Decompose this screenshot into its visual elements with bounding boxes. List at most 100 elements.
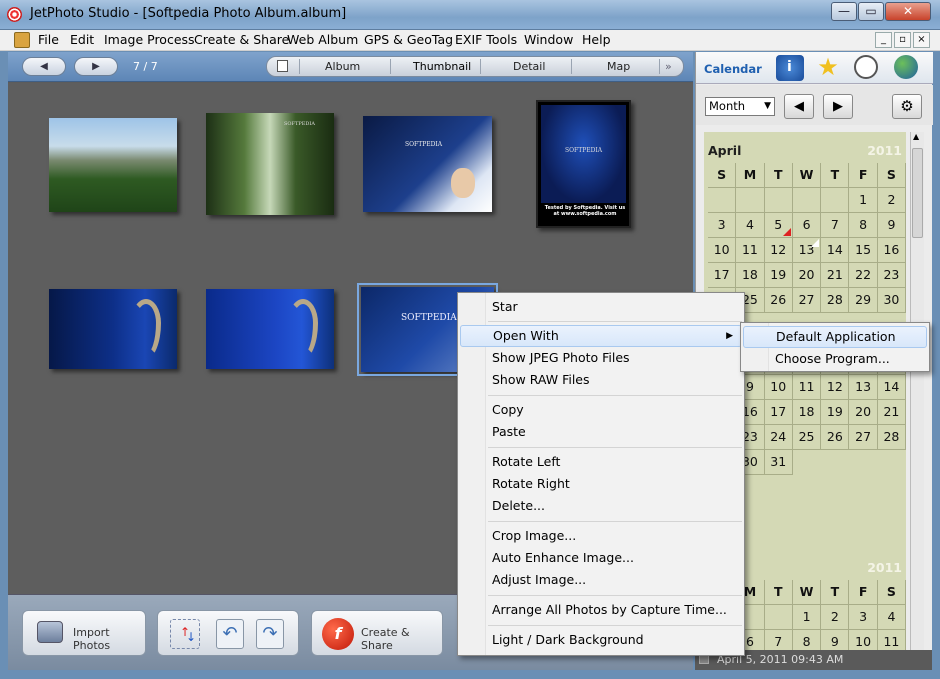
calendar-day[interactable]: 15 (849, 238, 878, 263)
calendar-day[interactable]: 25 (792, 425, 822, 450)
next-month-button[interactable]: ▶ (823, 94, 853, 119)
thumb-s-logo-2[interactable] (206, 289, 334, 369)
calendar-day[interactable]: 27 (849, 425, 878, 450)
info-icon[interactable]: i (776, 55, 804, 81)
calendar-day[interactable]: 29 (849, 288, 878, 313)
menu-item-auto-enhance[interactable]: Auto Enhance Image... (460, 547, 742, 569)
mdi-minimize-button[interactable]: _ (875, 32, 892, 48)
calendar-day[interactable]: 12 (764, 238, 793, 263)
star-icon[interactable]: ★ (814, 55, 842, 81)
calendar-day[interactable]: 6 (792, 213, 822, 238)
thumb-forest[interactable]: SOFTPEDIA (206, 113, 334, 215)
calendar-day[interactable]: 19 (821, 400, 850, 425)
calendar-day[interactable]: 4 (736, 213, 765, 238)
menu-item-star[interactable]: Star (460, 296, 742, 318)
calendar-day[interactable]: 30 (877, 288, 907, 313)
menu-item-crop[interactable]: Crop Image... (460, 525, 742, 547)
calendar-day[interactable]: 1 (792, 605, 822, 630)
calendar-day[interactable]: 22 (849, 263, 878, 288)
calendar-day[interactable]: 28 (821, 288, 850, 313)
clock-icon[interactable] (854, 55, 878, 79)
calendar-day[interactable]: 13 (849, 375, 878, 400)
close-button[interactable]: ✕ (885, 2, 931, 21)
calendar-day[interactable]: 5 (764, 213, 793, 238)
calendar-day[interactable]: 9 (877, 213, 907, 238)
calendar-day[interactable]: 18 (736, 263, 765, 288)
calendar-day[interactable]: 19 (764, 263, 793, 288)
calendar-day[interactable]: 17 (708, 263, 737, 288)
scroll-thumb[interactable] (912, 148, 923, 238)
create-share-button[interactable]: f Create & Share (311, 610, 443, 656)
more-tabs-button[interactable]: » (665, 60, 672, 73)
thumb-softpedia-woman[interactable]: SOFTPEDIA (363, 116, 492, 212)
tab-album[interactable]: Album (325, 60, 360, 73)
calendar-day[interactable]: 8 (849, 213, 878, 238)
menu-item-arrange-by-time[interactable]: Arrange All Photos by Capture Time... (460, 599, 742, 621)
redo-icon[interactable]: ↷ (256, 619, 284, 649)
forward-button[interactable]: ▶ (74, 57, 118, 76)
menu-item-copy[interactable]: Copy (460, 399, 742, 421)
calendar-day[interactable]: 26 (764, 288, 793, 313)
calendar-day[interactable]: 31 (764, 450, 793, 475)
page-icon[interactable] (277, 60, 288, 72)
mdi-close-button[interactable]: × (913, 32, 930, 48)
calendar-day[interactable]: 10 (764, 375, 793, 400)
thumb-s-logo-1[interactable] (49, 289, 177, 369)
calendar-day[interactable]: 14 (877, 375, 907, 400)
calendar-day[interactable]: 4 (877, 605, 907, 630)
calendar-day[interactable]: 10 (708, 238, 737, 263)
menu-item-open-with[interactable]: Open With ▶ (460, 325, 742, 347)
album-icon[interactable] (14, 32, 30, 48)
calendar-day[interactable]: 26 (821, 425, 850, 450)
scroll-up-icon[interactable]: ▲ (913, 132, 919, 141)
submenu-item-default-app[interactable]: Default Application (743, 326, 927, 348)
maximize-button[interactable]: ▭ (858, 2, 884, 21)
tab-map[interactable]: Map (607, 60, 630, 73)
tab-calendar[interactable]: Calendar (704, 62, 762, 76)
menu-item-paste[interactable]: Paste (460, 421, 742, 443)
menu-item-show-raw[interactable]: Show RAW Files (460, 369, 742, 391)
menu-item-adjust[interactable]: Adjust Image... (460, 569, 742, 591)
arrange-icon[interactable]: ↑ ↓ (170, 619, 200, 649)
menu-item-delete[interactable]: Delete... (460, 495, 742, 517)
menu-exif-tools[interactable]: EXIF Tools (455, 32, 517, 47)
calendar-day[interactable]: 23 (877, 263, 907, 288)
menu-web-album[interactable]: Web Album (287, 32, 358, 47)
menu-item-rotate-right[interactable]: Rotate Right (460, 473, 742, 495)
calendar-day[interactable]: 17 (764, 400, 793, 425)
prev-month-button[interactable]: ◀ (784, 94, 814, 119)
menu-window[interactable]: Window (524, 32, 573, 47)
import-photos-button[interactable]: Import Photos (22, 610, 146, 656)
calendar-day[interactable]: 24 (764, 425, 793, 450)
calendar-day[interactable]: 27 (792, 288, 822, 313)
calendar-day[interactable]: 20 (849, 400, 878, 425)
calendar-day[interactable]: 12 (821, 375, 850, 400)
menu-file[interactable]: File (38, 32, 59, 47)
settings-button[interactable]: ⚙ (892, 94, 922, 119)
calendar-day[interactable]: 14 (821, 238, 850, 263)
calendar-day[interactable]: 21 (821, 263, 850, 288)
thumb-mountain[interactable] (49, 118, 177, 212)
menu-item-rotate-left[interactable]: Rotate Left (460, 451, 742, 473)
thumb-softpedia-poster[interactable]: SOFTPEDIA Tested by Softpedia. Visit us … (536, 100, 631, 228)
tab-detail[interactable]: Detail (513, 60, 545, 73)
calendar-day[interactable]: 1 (849, 188, 878, 213)
menu-edit[interactable]: Edit (70, 32, 94, 47)
menu-item-light-dark[interactable]: Light / Dark Background (460, 629, 742, 651)
view-mode-select[interactable]: Month ▼ (705, 97, 775, 116)
submenu-item-choose-program[interactable]: Choose Program... (743, 348, 927, 370)
calendar-day[interactable]: 28 (877, 425, 907, 450)
calendar-day[interactable]: 7 (821, 213, 850, 238)
calendar-day[interactable]: 13 (792, 238, 822, 263)
minimize-button[interactable]: — (831, 2, 857, 21)
calendar-day[interactable]: 3 (849, 605, 878, 630)
calendar-day[interactable]: 16 (877, 238, 907, 263)
calendar-day[interactable]: 18 (792, 400, 822, 425)
calendar-day[interactable]: 21 (877, 400, 907, 425)
menu-item-show-jpeg[interactable]: Show JPEG Photo Files (460, 347, 742, 369)
calendar-day[interactable]: 2 (821, 605, 850, 630)
calendar-day[interactable]: 11 (736, 238, 765, 263)
menu-gps-geotag[interactable]: GPS & GeoTag (364, 32, 453, 47)
calendar-scrollbar[interactable]: ▲ ▼ (910, 132, 924, 666)
menu-help[interactable]: Help (582, 32, 611, 47)
